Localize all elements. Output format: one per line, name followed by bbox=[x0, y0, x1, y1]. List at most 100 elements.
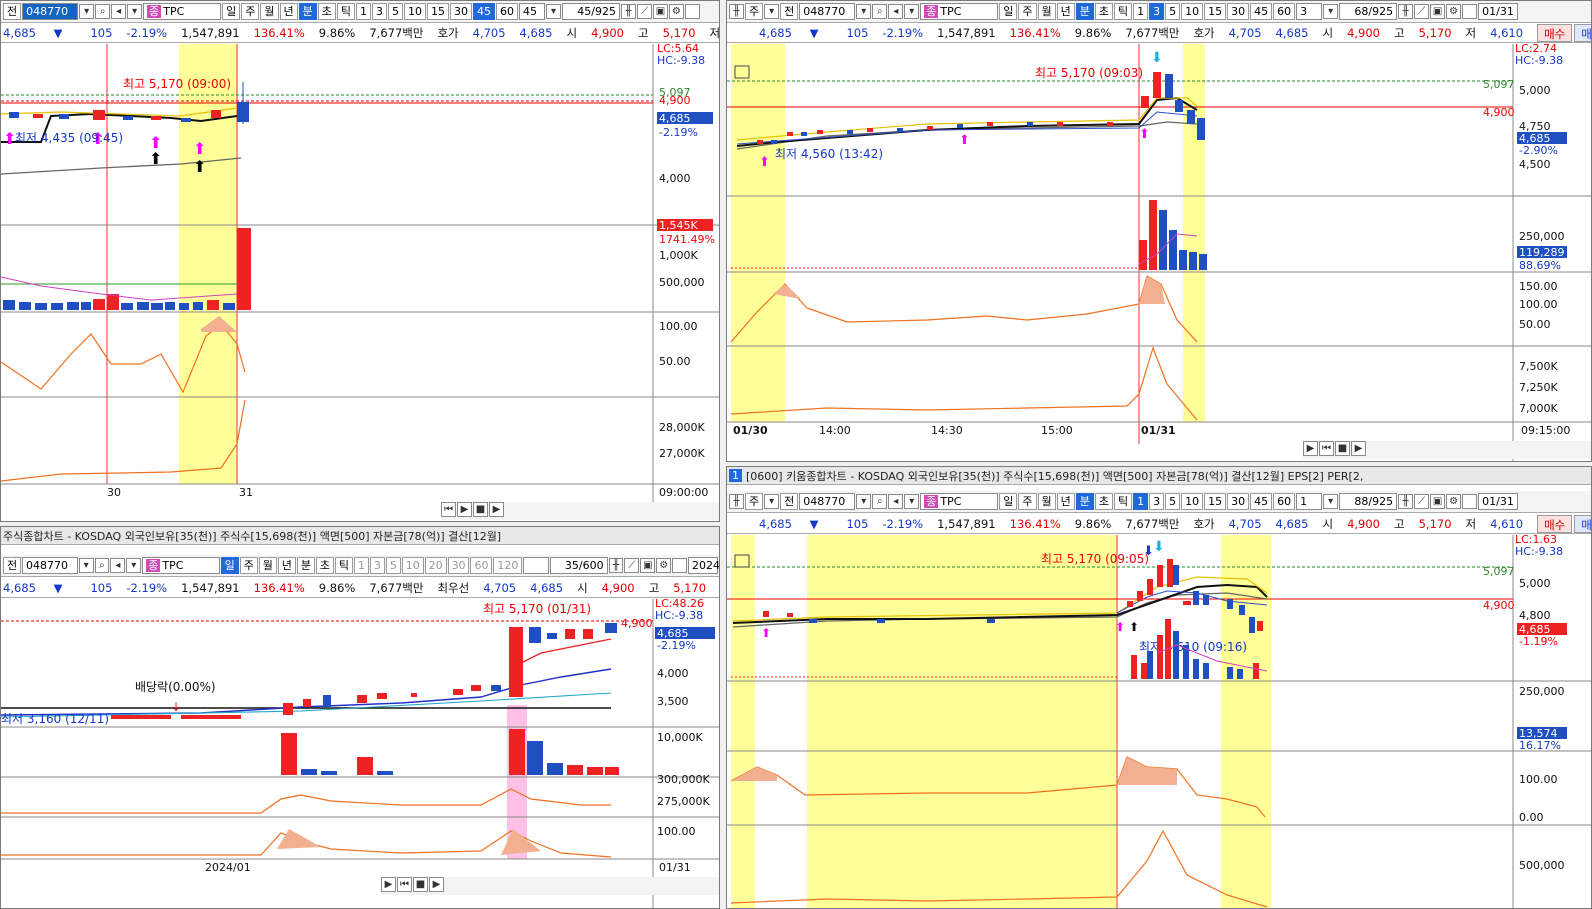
period-day[interactable]: 일 bbox=[999, 3, 1018, 20]
interval-3[interactable]: 3 bbox=[1149, 493, 1165, 510]
interval-15[interactable]: 15 bbox=[1204, 493, 1227, 510]
interval-1[interactable]: 1 bbox=[356, 3, 371, 20]
interval-120[interactable]: 120 bbox=[493, 557, 523, 574]
interval-15[interactable]: 15 bbox=[1204, 3, 1227, 20]
sell-button[interactable]: 매도 bbox=[1574, 23, 1591, 42]
candle-icon[interactable]: ╫ bbox=[1398, 4, 1414, 19]
interval-10[interactable]: 10 bbox=[1181, 3, 1204, 20]
interval-input[interactable]: 1 bbox=[1296, 493, 1323, 510]
stock-name-field[interactable]: 종 TPC bbox=[143, 3, 222, 20]
interval-3[interactable]: 3 bbox=[372, 3, 387, 20]
interval-60[interactable]: 60 bbox=[496, 3, 518, 20]
interval-15[interactable]: 15 bbox=[427, 3, 449, 20]
period-minute[interactable]: 분 bbox=[298, 3, 317, 20]
buy-button[interactable]: 매수 bbox=[1537, 514, 1573, 533]
first-icon[interactable]: ⏮ bbox=[1319, 441, 1334, 456]
dropdown-icon[interactable]: ▾ bbox=[546, 4, 561, 19]
period-week[interactable]: 주 bbox=[241, 3, 260, 20]
gear-icon[interactable]: ⚙ bbox=[1446, 4, 1462, 19]
candle-icon[interactable]: ╫ bbox=[729, 4, 744, 19]
interval-10[interactable]: 10 bbox=[401, 557, 424, 574]
dropdown-icon[interactable]: ▾ bbox=[1323, 4, 1339, 19]
interval-30[interactable]: 30 bbox=[1227, 493, 1250, 510]
prev-button[interactable]: 전 bbox=[3, 3, 22, 20]
candle-icon[interactable]: ╫ bbox=[621, 4, 636, 19]
interval-1[interactable]: 1 bbox=[1133, 493, 1149, 510]
period-minute[interactable]: 분 bbox=[296, 557, 315, 574]
interval-60[interactable]: 60 bbox=[1273, 493, 1296, 510]
dropdown-icon[interactable]: ▾ bbox=[78, 558, 94, 573]
interval-1[interactable]: 1 bbox=[1133, 3, 1149, 20]
play-icon[interactable]: ▶ bbox=[1351, 441, 1366, 456]
period-tick[interactable]: 틱 bbox=[336, 3, 355, 20]
search-icon[interactable]: ⌕ bbox=[95, 4, 111, 19]
period-week[interactable]: 주 bbox=[239, 557, 258, 574]
buy-button[interactable]: 매수 bbox=[1537, 23, 1573, 42]
interval-10[interactable]: 10 bbox=[1181, 493, 1204, 510]
next-icon[interactable]: ▶ bbox=[1303, 441, 1318, 456]
save-icon[interactable]: ▣ bbox=[653, 4, 668, 19]
checkbox-icon[interactable] bbox=[685, 4, 700, 19]
dropdown-icon[interactable]: ▾ bbox=[126, 558, 142, 573]
gear-icon[interactable]: ⚙ bbox=[1446, 494, 1462, 509]
dropdown-icon[interactable]: ▾ bbox=[79, 4, 95, 19]
interval-10[interactable]: 10 bbox=[404, 3, 426, 20]
checkbox-icon[interactable] bbox=[1462, 494, 1478, 509]
period-year[interactable]: 년 bbox=[279, 3, 298, 20]
interval-30[interactable]: 30 bbox=[450, 3, 472, 20]
dropdown-icon[interactable]: ▾ bbox=[856, 4, 872, 19]
search-icon[interactable]: ⌕ bbox=[872, 4, 888, 19]
play-icon[interactable]: ▶ bbox=[457, 502, 472, 517]
period-minute[interactable]: 분 bbox=[1075, 3, 1094, 20]
interval-input[interactable] bbox=[523, 557, 550, 574]
period-week[interactable]: 주 bbox=[1018, 3, 1037, 20]
first-icon[interactable]: ⏮ bbox=[441, 502, 456, 517]
interval-45[interactable]: 45 bbox=[473, 3, 495, 20]
candle-icon[interactable]: ╫ bbox=[608, 558, 624, 573]
period-week[interactable]: 주 bbox=[745, 493, 764, 510]
interval-45[interactable]: 45 bbox=[1250, 493, 1273, 510]
dropdown-icon[interactable]: ▾ bbox=[127, 4, 143, 19]
prev-button[interactable]: 전 bbox=[3, 557, 22, 574]
crosshair-icon[interactable]: ⟋ bbox=[1414, 494, 1430, 509]
count-field[interactable]: 88/925 bbox=[1339, 493, 1398, 510]
first-icon[interactable]: ⏮ bbox=[397, 877, 412, 892]
scroll-controls[interactable]: ▶ ⏮ ■ ▶ bbox=[381, 877, 719, 895]
code-input[interactable]: 048770 bbox=[22, 557, 78, 574]
save-icon[interactable]: ▣ bbox=[1430, 494, 1446, 509]
stop-icon[interactable]: ■ bbox=[1335, 441, 1350, 456]
speaker-icon[interactable]: ◂ bbox=[888, 4, 904, 19]
candle-icon[interactable]: ╫ bbox=[729, 494, 744, 509]
interval-1[interactable]: 1 bbox=[353, 557, 369, 574]
stock-name-field[interactable]: 종 TPC bbox=[920, 3, 999, 20]
date-field[interactable]: 01/31 bbox=[1478, 493, 1519, 510]
speaker-icon[interactable]: ◂ bbox=[110, 558, 126, 573]
count-field[interactable]: 35/600 bbox=[550, 557, 608, 574]
period-tick[interactable]: 틱 bbox=[334, 557, 353, 574]
interval-60[interactable]: 60 bbox=[1273, 3, 1296, 20]
period-month[interactable]: 월 bbox=[1037, 3, 1056, 20]
gear-icon[interactable]: ⚙ bbox=[656, 558, 672, 573]
code-input[interactable]: 048770 bbox=[799, 3, 856, 20]
speaker-icon[interactable]: ◂ bbox=[888, 494, 904, 509]
period-year[interactable]: 년 bbox=[1056, 3, 1075, 20]
date-field[interactable]: 01/31 bbox=[1478, 3, 1519, 20]
period-day[interactable]: 일 bbox=[220, 557, 239, 574]
interval-input[interactable]: 45 bbox=[519, 3, 545, 20]
code-input[interactable]: 048770 bbox=[799, 493, 856, 510]
sell-button[interactable]: 매도 bbox=[1574, 514, 1591, 533]
stock-name-field[interactable]: 종 TPC bbox=[920, 493, 999, 510]
period-year[interactable]: 년 bbox=[1056, 493, 1075, 510]
speaker-icon[interactable]: ◂ bbox=[111, 4, 127, 19]
interval-3[interactable]: 3 bbox=[1149, 3, 1165, 20]
gear-icon[interactable]: ⚙ bbox=[669, 4, 684, 19]
interval-5[interactable]: 5 bbox=[385, 557, 401, 574]
next-icon[interactable]: ▶ bbox=[381, 877, 396, 892]
dropdown-icon[interactable]: ▾ bbox=[856, 494, 872, 509]
period-second[interactable]: 초 bbox=[1094, 3, 1113, 20]
checkbox-icon[interactable] bbox=[672, 558, 688, 573]
interval-input[interactable]: 3 bbox=[1296, 3, 1323, 20]
dropdown-icon[interactable]: ▾ bbox=[904, 494, 920, 509]
year-field[interactable]: 2024 bbox=[688, 557, 719, 574]
dropdown-icon[interactable]: ▾ bbox=[904, 4, 920, 19]
